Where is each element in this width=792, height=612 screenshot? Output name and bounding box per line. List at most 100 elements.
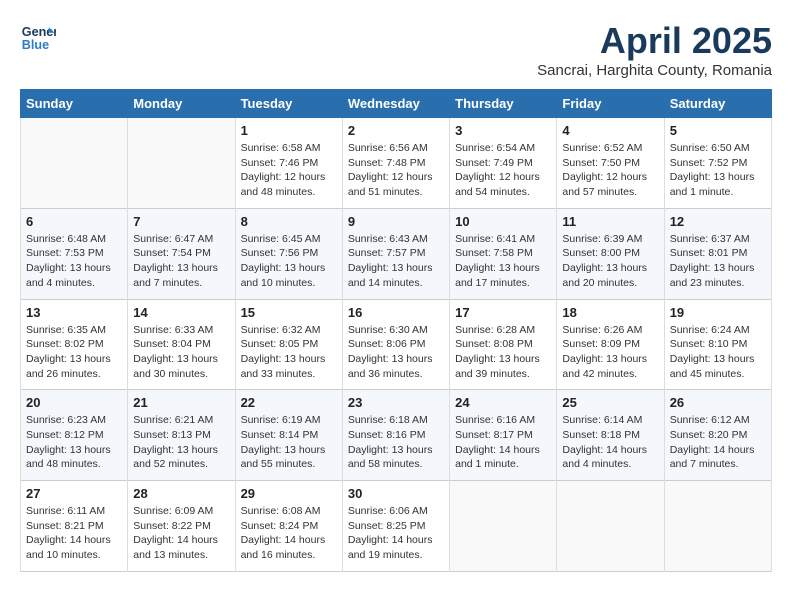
- day-number: 20: [26, 395, 122, 410]
- calendar-cell: [128, 118, 235, 209]
- calendar-week-row: 20 Sunrise: 6:23 AMSunset: 8:12 PMDayligh…: [21, 390, 772, 481]
- day-info: Sunrise: 6:06 AMSunset: 8:25 PMDaylight:…: [348, 504, 444, 563]
- calendar-cell: 28 Sunrise: 6:09 AMSunset: 8:22 PMDayligh…: [128, 481, 235, 572]
- calendar-cell: 23 Sunrise: 6:18 AMSunset: 8:16 PMDayligh…: [342, 390, 449, 481]
- calendar-cell: [450, 481, 557, 572]
- day-info: Sunrise: 6:18 AMSunset: 8:16 PMDaylight:…: [348, 413, 444, 472]
- calendar-cell: 19 Sunrise: 6:24 AMSunset: 8:10 PMDayligh…: [664, 299, 771, 390]
- day-info: Sunrise: 6:08 AMSunset: 8:24 PMDaylight:…: [241, 504, 337, 563]
- day-info: Sunrise: 6:19 AMSunset: 8:14 PMDaylight:…: [241, 413, 337, 472]
- day-number: 16: [348, 305, 444, 320]
- day-number: 23: [348, 395, 444, 410]
- day-info: Sunrise: 6:41 AMSunset: 7:58 PMDaylight:…: [455, 232, 551, 291]
- day-number: 8: [241, 214, 337, 229]
- day-info: Sunrise: 6:47 AMSunset: 7:54 PMDaylight:…: [133, 232, 229, 291]
- calendar-cell: 16 Sunrise: 6:30 AMSunset: 8:06 PMDayligh…: [342, 299, 449, 390]
- day-info: Sunrise: 6:33 AMSunset: 8:04 PMDaylight:…: [133, 323, 229, 382]
- day-info: Sunrise: 6:14 AMSunset: 8:18 PMDaylight:…: [562, 413, 658, 472]
- day-number: 22: [241, 395, 337, 410]
- month-title: April 2025: [537, 20, 772, 62]
- calendar-cell: 7 Sunrise: 6:47 AMSunset: 7:54 PMDaylight…: [128, 208, 235, 299]
- day-number: 26: [670, 395, 766, 410]
- calendar-cell: 3 Sunrise: 6:54 AMSunset: 7:49 PMDaylight…: [450, 118, 557, 209]
- calendar-cell: 9Sunrise: 6:43 AMSunset: 7:57 PMDaylight…: [342, 208, 449, 299]
- day-number: 28: [133, 486, 229, 501]
- day-number: 30: [348, 486, 444, 501]
- day-number: 10: [455, 214, 551, 229]
- day-number: 21: [133, 395, 229, 410]
- day-number: 14: [133, 305, 229, 320]
- day-info: Sunrise: 6:11 AMSunset: 8:21 PMDaylight:…: [26, 504, 122, 563]
- day-number: 7: [133, 214, 229, 229]
- calendar-table: SundayMondayTuesdayWednesdayThursdayFrid…: [20, 89, 772, 572]
- calendar-cell: [664, 481, 771, 572]
- weekday-header: Tuesday: [235, 90, 342, 118]
- day-info: Sunrise: 6:43 AMSunset: 7:57 PMDaylight:…: [348, 232, 444, 291]
- day-number: 25: [562, 395, 658, 410]
- day-info: Sunrise: 6:45 AMSunset: 7:56 PMDaylight:…: [241, 232, 337, 291]
- day-number: 19: [670, 305, 766, 320]
- calendar-cell: 20 Sunrise: 6:23 AMSunset: 8:12 PMDayligh…: [21, 390, 128, 481]
- day-info: Sunrise: 6:24 AMSunset: 8:10 PMDaylight:…: [670, 323, 766, 382]
- calendar-cell: 30 Sunrise: 6:06 AMSunset: 8:25 PMDayligh…: [342, 481, 449, 572]
- calendar-cell: 25 Sunrise: 6:14 AMSunset: 8:18 PMDayligh…: [557, 390, 664, 481]
- weekday-header: Wednesday: [342, 90, 449, 118]
- calendar-cell: 6Sunrise: 6:48 AMSunset: 7:53 PMDaylight…: [21, 208, 128, 299]
- calendar-cell: 5Sunrise: 6:50 AMSunset: 7:52 PMDaylight…: [664, 118, 771, 209]
- calendar-cell: 29 Sunrise: 6:08 AMSunset: 8:24 PMDayligh…: [235, 481, 342, 572]
- calendar-cell: 15 Sunrise: 6:32 AMSunset: 8:05 PMDayligh…: [235, 299, 342, 390]
- day-info: Sunrise: 6:58 AMSunset: 7:46 PMDaylight:…: [241, 141, 337, 200]
- calendar-cell: 17 Sunrise: 6:28 AMSunset: 8:08 PMDayligh…: [450, 299, 557, 390]
- day-number: 4: [562, 123, 658, 138]
- weekday-header: Sunday: [21, 90, 128, 118]
- svg-text:Blue: Blue: [22, 38, 49, 52]
- day-number: 1: [241, 123, 337, 138]
- day-info: Sunrise: 6:37 AMSunset: 8:01 PMDaylight:…: [670, 232, 766, 291]
- day-number: 18: [562, 305, 658, 320]
- day-number: 13: [26, 305, 122, 320]
- day-number: 12: [670, 214, 766, 229]
- title-block: April 2025 Sancrai, Harghita County, Rom…: [537, 20, 772, 79]
- calendar-cell: 11 Sunrise: 6:39 AMSunset: 8:00 PMDayligh…: [557, 208, 664, 299]
- day-info: Sunrise: 6:30 AMSunset: 8:06 PMDaylight:…: [348, 323, 444, 382]
- day-number: 29: [241, 486, 337, 501]
- day-info: Sunrise: 6:50 AMSunset: 7:52 PMDaylight:…: [670, 141, 766, 200]
- calendar-cell: 24Sunrise: 6:16 AMSunset: 8:17 PMDayligh…: [450, 390, 557, 481]
- day-info: Sunrise: 6:35 AMSunset: 8:02 PMDaylight:…: [26, 323, 122, 382]
- subtitle: Sancrai, Harghita County, Romania: [537, 62, 772, 79]
- calendar-cell: 18 Sunrise: 6:26 AMSunset: 8:09 PMDayligh…: [557, 299, 664, 390]
- day-info: Sunrise: 6:39 AMSunset: 8:00 PMDaylight:…: [562, 232, 658, 291]
- calendar-cell: 22 Sunrise: 6:19 AMSunset: 8:14 PMDayligh…: [235, 390, 342, 481]
- weekday-header: Thursday: [450, 90, 557, 118]
- logo: General Blue: [20, 20, 56, 56]
- day-info: Sunrise: 6:28 AMSunset: 8:08 PMDaylight:…: [455, 323, 551, 382]
- calendar-week-row: 27Sunrise: 6:11 AMSunset: 8:21 PMDayligh…: [21, 481, 772, 572]
- day-info: Sunrise: 6:54 AMSunset: 7:49 PMDaylight:…: [455, 141, 551, 200]
- calendar-cell: [21, 118, 128, 209]
- day-info: Sunrise: 6:26 AMSunset: 8:09 PMDaylight:…: [562, 323, 658, 382]
- day-info: Sunrise: 6:23 AMSunset: 8:12 PMDaylight:…: [26, 413, 122, 472]
- calendar-cell: 2Sunrise: 6:56 AMSunset: 7:48 PMDaylight…: [342, 118, 449, 209]
- day-number: 17: [455, 305, 551, 320]
- page-header: General Blue April 2025 Sancrai, Harghit…: [20, 20, 772, 79]
- calendar-cell: 4Sunrise: 6:52 AMSunset: 7:50 PMDaylight…: [557, 118, 664, 209]
- day-number: 11: [562, 214, 658, 229]
- day-info: Sunrise: 6:12 AMSunset: 8:20 PMDaylight:…: [670, 413, 766, 472]
- calendar-cell: 10 Sunrise: 6:41 AMSunset: 7:58 PMDayligh…: [450, 208, 557, 299]
- calendar-cell: 1 Sunrise: 6:58 AMSunset: 7:46 PMDaylight…: [235, 118, 342, 209]
- day-number: 2: [348, 123, 444, 138]
- calendar-cell: 27Sunrise: 6:11 AMSunset: 8:21 PMDayligh…: [21, 481, 128, 572]
- day-number: 3: [455, 123, 551, 138]
- weekday-header: Monday: [128, 90, 235, 118]
- day-number: 24: [455, 395, 551, 410]
- day-info: Sunrise: 6:21 AMSunset: 8:13 PMDaylight:…: [133, 413, 229, 472]
- calendar-cell: 8 Sunrise: 6:45 AMSunset: 7:56 PMDaylight…: [235, 208, 342, 299]
- calendar-week-row: 13 Sunrise: 6:35 AMSunset: 8:02 PMDayligh…: [21, 299, 772, 390]
- weekday-header-row: SundayMondayTuesdayWednesdayThursdayFrid…: [21, 90, 772, 118]
- day-info: Sunrise: 6:09 AMSunset: 8:22 PMDaylight:…: [133, 504, 229, 563]
- calendar-cell: 13 Sunrise: 6:35 AMSunset: 8:02 PMDayligh…: [21, 299, 128, 390]
- day-number: 15: [241, 305, 337, 320]
- day-info: Sunrise: 6:32 AMSunset: 8:05 PMDaylight:…: [241, 323, 337, 382]
- calendar-cell: [557, 481, 664, 572]
- day-number: 6: [26, 214, 122, 229]
